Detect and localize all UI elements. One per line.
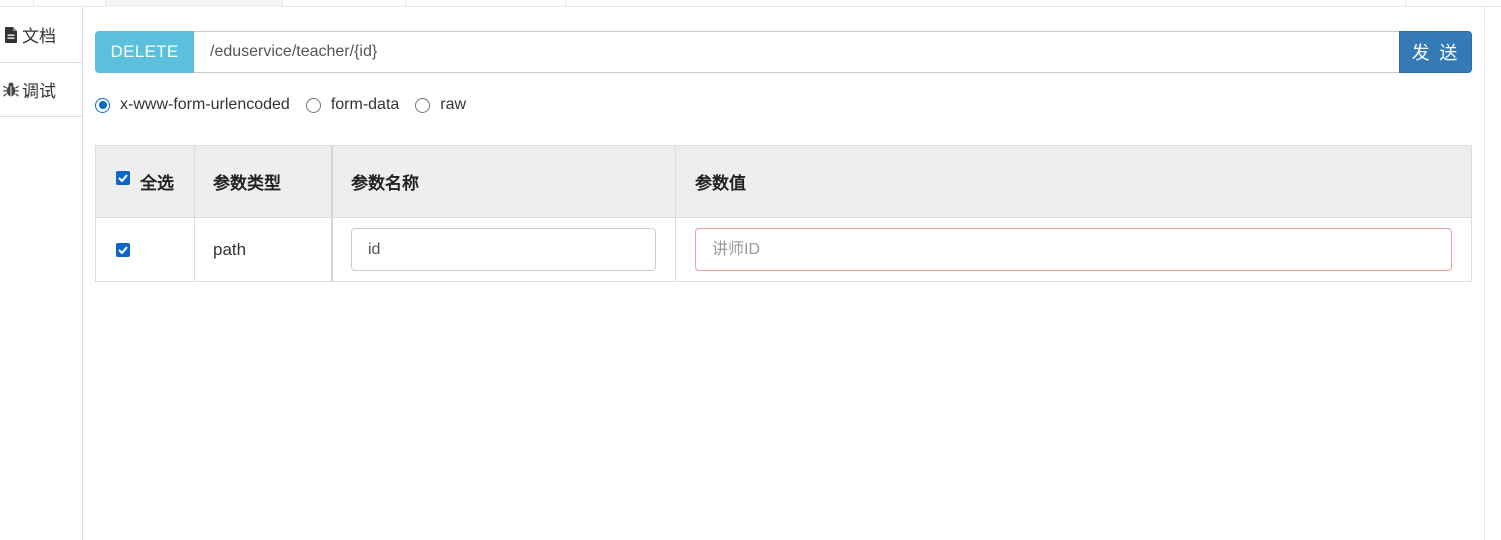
row-select-cell [96,218,195,281]
tab-doc[interactable]: 文档 [0,7,82,63]
param-type: path [213,239,247,259]
radio-unselected-icon[interactable] [305,97,321,113]
http-method-badge: DELETE [95,31,194,73]
radio-selected-icon[interactable] [95,97,110,113]
top-tab[interactable] [565,0,701,7]
table-header-row: 全选 参数类型 参数名称 参数值 [96,146,1471,218]
radio-label: raw [440,96,467,113]
table-row: path [96,218,1471,281]
top-tab[interactable] [405,0,565,7]
top-tab[interactable] [282,0,405,7]
param-name-header: 参数名称 [351,174,419,194]
header-param-value: 参数值 [676,146,1471,217]
param-value-header: 参数值 [695,174,746,194]
bug-icon [3,81,19,99]
radio-label: x-www-form-urlencoded [120,96,290,113]
radio-label: form-data [330,96,400,113]
request-url-bar: DELETE 发 送 [95,31,1472,73]
param-name-input[interactable] [351,228,656,271]
select-all-checkbox[interactable] [116,170,130,185]
body-type-group: x-www-form-urlencoded form-data raw [95,95,482,115]
radio-raw[interactable]: raw [415,96,466,114]
params-table: 全选 参数类型 参数名称 参数值 path [95,145,1472,282]
radio-unselected-icon[interactable] [415,97,431,113]
header-select-all: 全选 [96,146,195,217]
top-tab[interactable] [1405,0,1501,7]
top-tab[interactable] [33,0,105,7]
panel-divider [1484,7,1485,540]
header-param-type: 参数类型 [195,146,333,217]
select-all-label: 全选 [140,174,174,194]
row-value-cell [676,218,1471,281]
row-type-cell: path [195,218,333,281]
tab-debug[interactable]: 调试 [0,63,82,117]
top-tab-strip [0,0,1501,7]
row-name-cell [333,218,676,281]
tab-debug-label: 调试 [22,82,56,101]
url-input[interactable] [194,31,1399,73]
send-button[interactable]: 发 送 [1399,31,1472,73]
file-icon [3,26,19,44]
radio-form-data[interactable]: form-data [305,96,400,114]
sidebar: 文档 调试 [0,7,83,540]
tab-doc-label: 文档 [22,27,56,46]
header-param-name: 参数名称 [333,146,676,217]
top-tab-active[interactable] [105,0,282,7]
param-value-input[interactable] [695,228,1452,271]
param-type-header: 参数类型 [213,174,281,194]
row-checkbox[interactable] [116,242,130,257]
radio-x-www-form-urlencoded[interactable]: x-www-form-urlencoded [95,96,290,114]
